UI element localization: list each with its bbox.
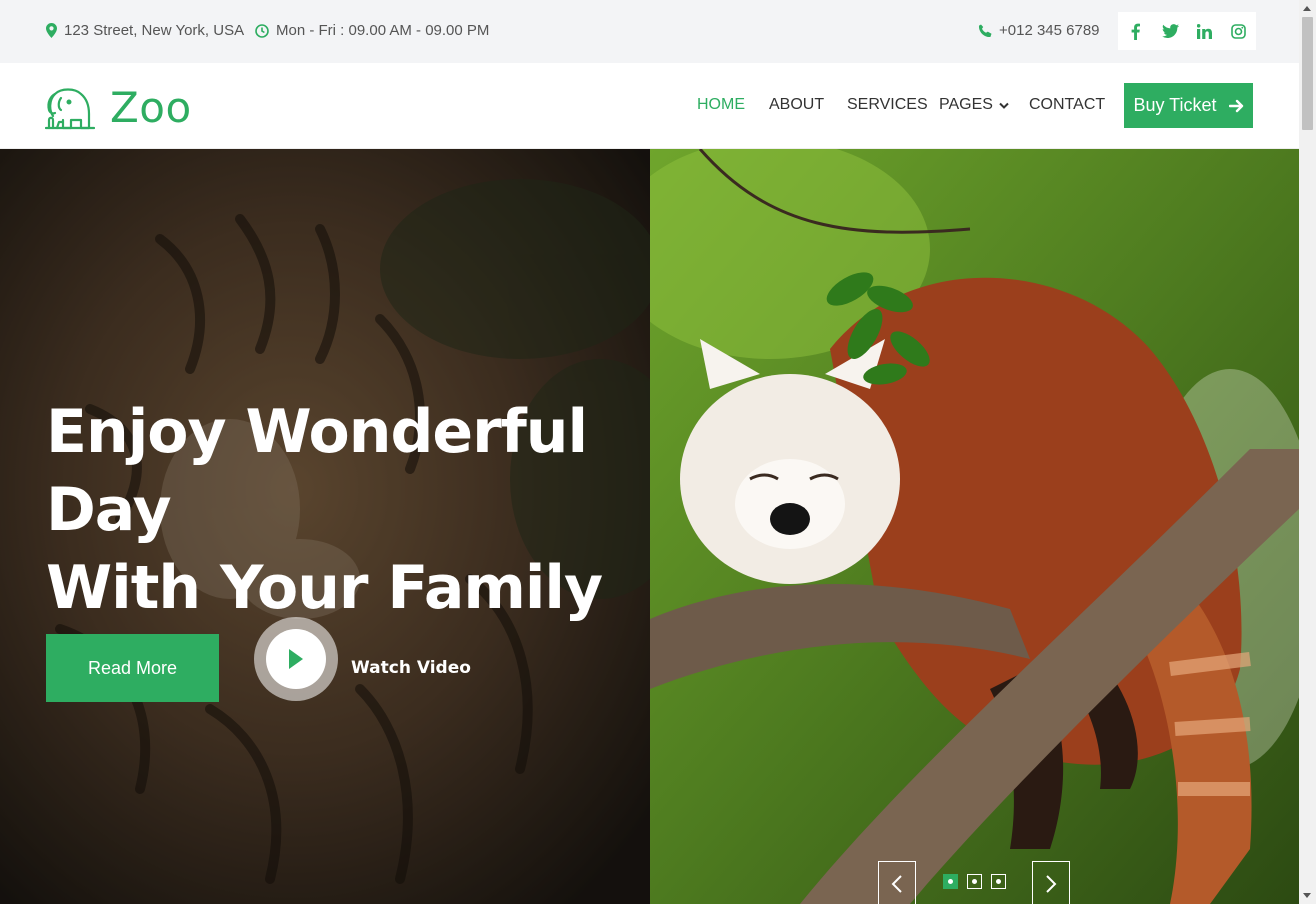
- address-info: 123 Street, New York, USA: [46, 22, 244, 39]
- red-panda-photo: [650, 149, 1299, 904]
- phone-text: +012 345 6789: [999, 22, 1100, 39]
- instagram-link[interactable]: [1221, 12, 1256, 50]
- instagram-icon: [1231, 23, 1246, 39]
- play-icon: [289, 649, 303, 669]
- scroll-thumb[interactable]: [1302, 17, 1313, 130]
- nav-pages-label: PAGES: [939, 96, 993, 113]
- twitter-link[interactable]: [1153, 12, 1188, 50]
- linkedin-link[interactable]: [1187, 12, 1222, 50]
- hero-title-line1: Enjoy Wonderful Day: [46, 397, 588, 545]
- brand-name: Zoo: [110, 83, 192, 132]
- arrow-right-icon: [1228, 99, 1243, 112]
- nav-about[interactable]: ABOUT: [769, 96, 824, 114]
- scroll-down-arrow[interactable]: [1303, 893, 1311, 898]
- carousel-prev-button[interactable]: [878, 861, 916, 904]
- page-scrollbar[interactable]: [1299, 0, 1316, 904]
- carousel-next-button[interactable]: [1032, 861, 1070, 904]
- scroll-up-arrow[interactable]: [1303, 6, 1311, 11]
- hero-title-line2: With Your Family: [46, 553, 603, 623]
- facebook-link[interactable]: [1118, 12, 1153, 50]
- nav-pages-dropdown[interactable]: PAGES: [939, 96, 1009, 114]
- facebook-icon: [1131, 23, 1140, 40]
- address-text: 123 Street, New York, USA: [64, 22, 245, 39]
- watch-video-label[interactable]: Watch Video: [351, 658, 471, 678]
- read-more-button[interactable]: Read More: [46, 634, 219, 702]
- carousel-dot-2[interactable]: [967, 874, 982, 889]
- map-marker-icon: [46, 23, 57, 38]
- nav-contact[interactable]: CONTACT: [1029, 96, 1105, 114]
- chevron-left-icon: [891, 875, 902, 893]
- main-navbar: Zoo HOME ABOUT SERVICES PAGES CONTACT Bu…: [0, 63, 1299, 149]
- carousel-dot-1[interactable]: [943, 874, 958, 889]
- top-bar: 123 Street, New York, USA Mon - Fri : 09…: [0, 0, 1299, 63]
- brand-logo[interactable]: Zoo: [45, 83, 192, 132]
- phone-icon: [978, 24, 992, 37]
- elephant-icon: [45, 87, 95, 129]
- chevron-right-icon: [1046, 875, 1057, 893]
- phone-info[interactable]: +012 345 6789: [978, 22, 1100, 39]
- nav-services[interactable]: SERVICES: [847, 96, 928, 114]
- nav-home[interactable]: HOME: [697, 96, 745, 114]
- hero-carousel: Enjoy Wonderful Day With Your Family Rea…: [0, 149, 1299, 904]
- play-button-inner: [266, 629, 326, 689]
- linkedin-icon: [1197, 23, 1212, 39]
- hours-info: Mon - Fri : 09.00 AM - 09.00 PM: [255, 22, 489, 39]
- hours-text: Mon - Fri : 09.00 AM - 09.00 PM: [276, 22, 490, 39]
- watch-video-button[interactable]: [254, 617, 338, 701]
- buy-ticket-button[interactable]: Buy Ticket: [1124, 83, 1253, 128]
- buy-ticket-label: Buy Ticket: [1133, 95, 1217, 115]
- twitter-icon: [1162, 24, 1179, 38]
- hero-title: Enjoy Wonderful Day With Your Family: [46, 393, 646, 627]
- clock-icon: [255, 23, 269, 38]
- chevron-down-icon: [999, 102, 1009, 109]
- carousel-dot-3[interactable]: [991, 874, 1006, 889]
- hero-image-red-panda: [650, 149, 1299, 904]
